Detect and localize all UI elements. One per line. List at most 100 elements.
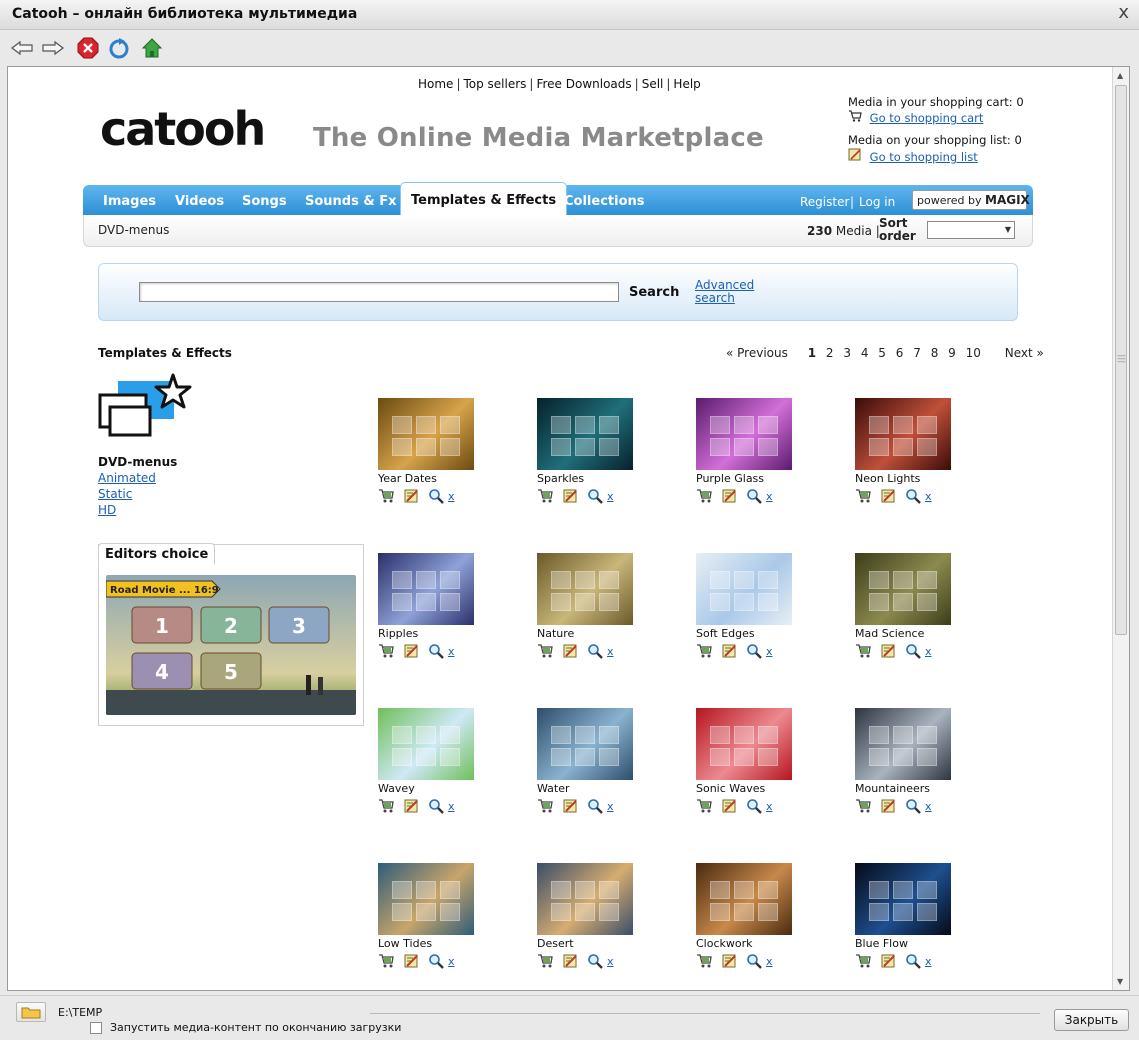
vertical-scrollbar[interactable]: ▲ — — — ▼ bbox=[1112, 67, 1129, 990]
cart-icon[interactable] bbox=[696, 798, 714, 816]
media-thumbnail[interactable] bbox=[378, 398, 474, 470]
pager-page-5[interactable]: 5 bbox=[878, 346, 886, 360]
category-link-static[interactable]: Static bbox=[98, 487, 132, 501]
media-item-name[interactable]: Low Tides bbox=[378, 937, 432, 950]
media-item-name[interactable]: Desert bbox=[537, 937, 574, 950]
media-thumbnail[interactable] bbox=[696, 863, 792, 935]
media-item-name[interactable]: Sparkles bbox=[537, 472, 584, 485]
list-icon[interactable] bbox=[880, 643, 898, 661]
preview-icon[interactable] bbox=[428, 798, 446, 816]
preview-icon[interactable] bbox=[905, 953, 923, 971]
preview-icon[interactable] bbox=[428, 953, 446, 971]
preview-icon[interactable] bbox=[587, 953, 605, 971]
remove-link[interactable]: x bbox=[448, 645, 455, 658]
preview-icon[interactable] bbox=[746, 488, 764, 506]
list-icon[interactable] bbox=[880, 488, 898, 506]
preview-icon[interactable] bbox=[746, 953, 764, 971]
media-thumbnail[interactable] bbox=[855, 863, 951, 935]
remove-link[interactable]: x bbox=[766, 490, 773, 503]
catooh-logo[interactable]: catooh bbox=[100, 102, 300, 156]
list-icon[interactable] bbox=[880, 953, 898, 971]
search-input[interactable] bbox=[139, 282, 619, 302]
media-item-name[interactable]: Soft Edges bbox=[696, 627, 755, 640]
tab-images[interactable]: Images bbox=[103, 194, 156, 209]
nav-home[interactable]: Home bbox=[418, 77, 453, 91]
media-thumbnail[interactable] bbox=[378, 708, 474, 780]
media-thumbnail[interactable] bbox=[696, 708, 792, 780]
go-to-list-link[interactable]: Go to shopping list bbox=[870, 150, 978, 164]
media-item-name[interactable]: Clockwork bbox=[696, 937, 753, 950]
preview-icon[interactable] bbox=[746, 643, 764, 661]
tab-sounds-fx[interactable]: Sounds & Fx bbox=[305, 194, 397, 209]
preview-icon[interactable] bbox=[428, 643, 446, 661]
pager-page-3[interactable]: 3 bbox=[843, 346, 851, 360]
remove-link[interactable]: x bbox=[766, 955, 773, 968]
list-icon[interactable] bbox=[721, 798, 739, 816]
list-icon[interactable] bbox=[562, 643, 580, 661]
scroll-up-icon[interactable]: ▲ bbox=[1117, 71, 1123, 80]
register-link[interactable]: Register bbox=[800, 195, 849, 209]
list-icon[interactable] bbox=[721, 488, 739, 506]
media-thumbnail[interactable] bbox=[537, 553, 633, 625]
nav-help[interactable]: Help bbox=[673, 77, 700, 91]
preview-icon[interactable] bbox=[587, 643, 605, 661]
cart-icon[interactable] bbox=[537, 953, 555, 971]
autostart-checkbox[interactable] bbox=[90, 1022, 102, 1034]
cart-icon[interactable] bbox=[696, 953, 714, 971]
preview-icon[interactable] bbox=[428, 488, 446, 506]
pager-page-2[interactable]: 2 bbox=[826, 346, 834, 360]
preview-icon[interactable] bbox=[746, 798, 764, 816]
pager-page-10[interactable]: 10 bbox=[966, 346, 981, 360]
remove-link[interactable]: x bbox=[925, 800, 932, 813]
nav-free-downloads[interactable]: Free Downloads bbox=[536, 77, 631, 91]
remove-link[interactable]: x bbox=[607, 645, 614, 658]
media-item-name[interactable]: Neon Lights bbox=[855, 472, 920, 485]
cart-icon[interactable] bbox=[537, 488, 555, 506]
close-button[interactable]: Закрыть bbox=[1054, 1009, 1129, 1031]
remove-link[interactable]: x bbox=[925, 490, 932, 503]
cart-icon[interactable] bbox=[537, 643, 555, 661]
remove-link[interactable]: x bbox=[607, 800, 614, 813]
nav-top-sellers[interactable]: Top sellers bbox=[463, 77, 526, 91]
cart-icon[interactable] bbox=[696, 643, 714, 661]
preview-icon[interactable] bbox=[905, 643, 923, 661]
preview-icon[interactable] bbox=[587, 798, 605, 816]
remove-link[interactable]: x bbox=[607, 490, 614, 503]
login-link[interactable]: Log in bbox=[859, 195, 895, 209]
media-item-name[interactable]: Wavey bbox=[378, 782, 415, 795]
powered-by-magix[interactable]: powered by MAGIX bbox=[912, 190, 1030, 210]
cart-icon[interactable] bbox=[378, 643, 396, 661]
list-icon[interactable] bbox=[721, 953, 739, 971]
cart-icon[interactable] bbox=[378, 953, 396, 971]
media-item-name[interactable]: Water bbox=[537, 782, 570, 795]
cart-icon[interactable] bbox=[855, 798, 873, 816]
go-to-cart-link[interactable]: Go to shopping cart bbox=[870, 111, 984, 125]
pager-next[interactable]: Next » bbox=[1005, 346, 1044, 360]
list-icon[interactable] bbox=[562, 488, 580, 506]
media-thumbnail[interactable] bbox=[696, 553, 792, 625]
cart-icon[interactable] bbox=[378, 798, 396, 816]
media-thumbnail[interactable] bbox=[855, 398, 951, 470]
remove-link[interactable]: x bbox=[448, 955, 455, 968]
media-thumbnail[interactable] bbox=[537, 708, 633, 780]
media-item-name[interactable]: Ripples bbox=[378, 627, 418, 640]
remove-link[interactable]: x bbox=[766, 645, 773, 658]
tab-songs[interactable]: Songs bbox=[242, 194, 287, 209]
remove-link[interactable]: x bbox=[448, 800, 455, 813]
remove-link[interactable]: x bbox=[925, 955, 932, 968]
pager-page-6[interactable]: 6 bbox=[896, 346, 904, 360]
media-thumbnail[interactable] bbox=[537, 863, 633, 935]
remove-link[interactable]: x bbox=[448, 490, 455, 503]
preview-icon[interactable] bbox=[905, 798, 923, 816]
pager-previous[interactable]: « Previous bbox=[726, 346, 788, 360]
tab-collections[interactable]: Collections bbox=[564, 194, 645, 209]
cart-icon[interactable] bbox=[696, 488, 714, 506]
folder-icon[interactable] bbox=[16, 1002, 46, 1022]
media-item-name[interactable]: Year Dates bbox=[378, 472, 437, 485]
advanced-search-link[interactable]: Advanced search bbox=[695, 279, 755, 305]
cart-icon[interactable] bbox=[855, 488, 873, 506]
pager-page-9[interactable]: 9 bbox=[948, 346, 956, 360]
list-icon[interactable] bbox=[403, 488, 421, 506]
media-thumbnail[interactable] bbox=[855, 708, 951, 780]
scroll-down-icon[interactable]: ▼ bbox=[1117, 977, 1123, 986]
